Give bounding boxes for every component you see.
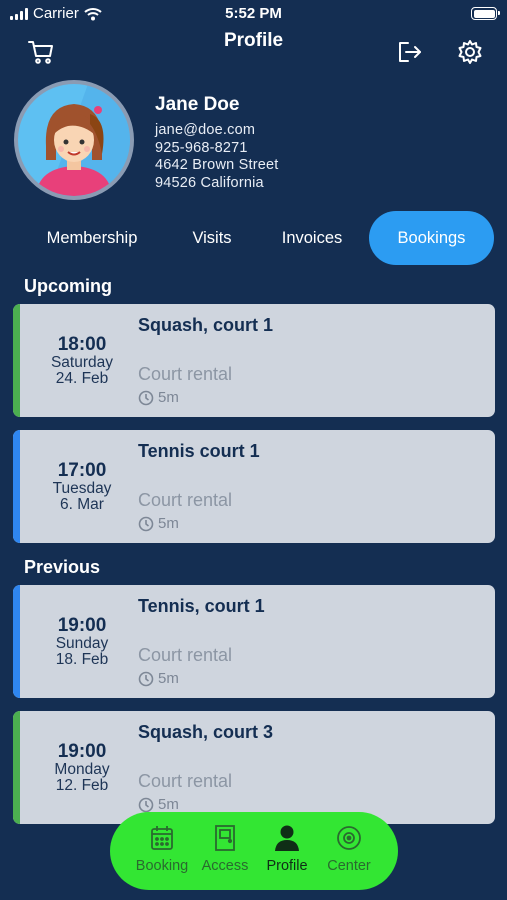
booking-day: Saturday [50,353,114,371]
profile-tabs: Membership Visits Invoices Bookings [16,211,494,265]
booking-duration: 5m [138,389,179,406]
nav-center-label: Center [327,858,371,874]
booking-card[interactable]: 17:00 Tuesday 6. Mar Tennis court 1 Cour… [13,430,495,543]
clock-icon [138,390,154,405]
nav-booking-label: Booking [135,858,189,874]
booking-duration-value: 5m [158,389,179,406]
booking-duration: 5m [138,515,179,532]
booking-card[interactable]: 19:00 Monday 12. Feb Squash, court 3 Cou… [13,711,495,824]
booking-type: Court rental [138,771,233,791]
booking-time-column: 17:00 Tuesday 6. Mar [27,430,137,543]
booking-type: Court rental [138,645,233,665]
door-icon [215,825,235,851]
battery-icon [471,7,500,20]
booking-duration-value: 5m [158,796,179,813]
status-time: 5:52 PM [225,5,282,22]
booking-time: 19:00 [57,740,107,762]
nav-center[interactable]: Center [317,822,381,874]
target-icon [337,826,361,850]
nav-booking[interactable]: Booking [130,822,194,874]
booking-card[interactable]: 19:00 Sunday 18. Feb Tennis, court 1 Cou… [13,585,495,698]
clock-icon [138,516,154,531]
booking-card[interactable]: 18:00 Saturday 24. Feb Squash, court 1 C… [13,304,495,417]
booking-duration-value: 5m [158,670,179,687]
booking-duration: 5m [138,796,179,813]
booking-time-column: 19:00 Monday 12. Feb [27,711,137,824]
booking-day: Monday [54,760,110,778]
booking-time: 18:00 [57,333,107,355]
booking-title: Tennis, court 1 [138,596,265,616]
booking-duration-value: 5m [158,515,179,532]
booking-type: Court rental [138,490,233,510]
tab-visits[interactable]: Visits [171,211,253,265]
page-title: Profile [223,30,284,51]
booking-time: 17:00 [57,459,107,481]
profile-phone: 925-968-8271 [155,139,248,156]
status-bar: Carrier 5:52 PM [0,0,507,28]
booking-title: Squash, court 1 [138,315,274,335]
nav-profile[interactable]: Profile [255,822,319,874]
tab-invoices[interactable]: Invoices [266,211,358,265]
sport-color-stripe [13,711,20,824]
section-title-upcoming: Upcoming [24,276,112,296]
nav-access-label: Access [201,858,249,874]
section-title-previous: Previous [24,557,101,577]
profile-info: Jane Doe jane@doe.com 925-968-8271 4642 … [155,94,279,192]
booking-date: 24. Feb [55,369,109,387]
person-icon [275,825,299,851]
tab-membership[interactable]: Membership [18,211,166,265]
booking-title: Squash, court 3 [138,722,274,742]
profile-email: jane@doe.com [155,122,256,138]
booking-time-column: 19:00 Sunday 18. Feb [27,585,137,698]
booking-duration: 5m [138,670,179,687]
booking-day: Tuesday [52,479,112,497]
booking-date: 12. Feb [55,776,109,794]
booking-type: Court rental [138,364,233,384]
booking-day: Sunday [55,634,109,652]
bottom-nav: Booking Access Profile Center [110,812,398,890]
nav-profile-label: Profile [266,858,308,874]
profile-city: 94526 California [155,174,264,191]
booking-date: 6. Mar [60,495,104,513]
clock-icon [138,671,154,686]
sport-color-stripe [13,585,20,698]
profile-name: Jane Doe [155,94,240,115]
profile-street: 4642 Brown Street [155,157,279,173]
booking-time: 19:00 [57,614,107,636]
gear-icon[interactable] [454,36,486,68]
booking-date: 18. Feb [55,650,109,668]
clock-icon [138,797,154,812]
avatar[interactable] [14,80,134,200]
nav-access[interactable]: Access [193,822,257,874]
logout-icon[interactable] [393,36,425,68]
tab-bookings[interactable]: Bookings [369,211,494,265]
sport-color-stripe [13,304,20,417]
booking-time-column: 18:00 Saturday 24. Feb [27,304,137,417]
booking-title: Tennis court 1 [138,441,260,461]
calendar-icon [151,826,173,850]
sport-color-stripe [13,430,20,543]
